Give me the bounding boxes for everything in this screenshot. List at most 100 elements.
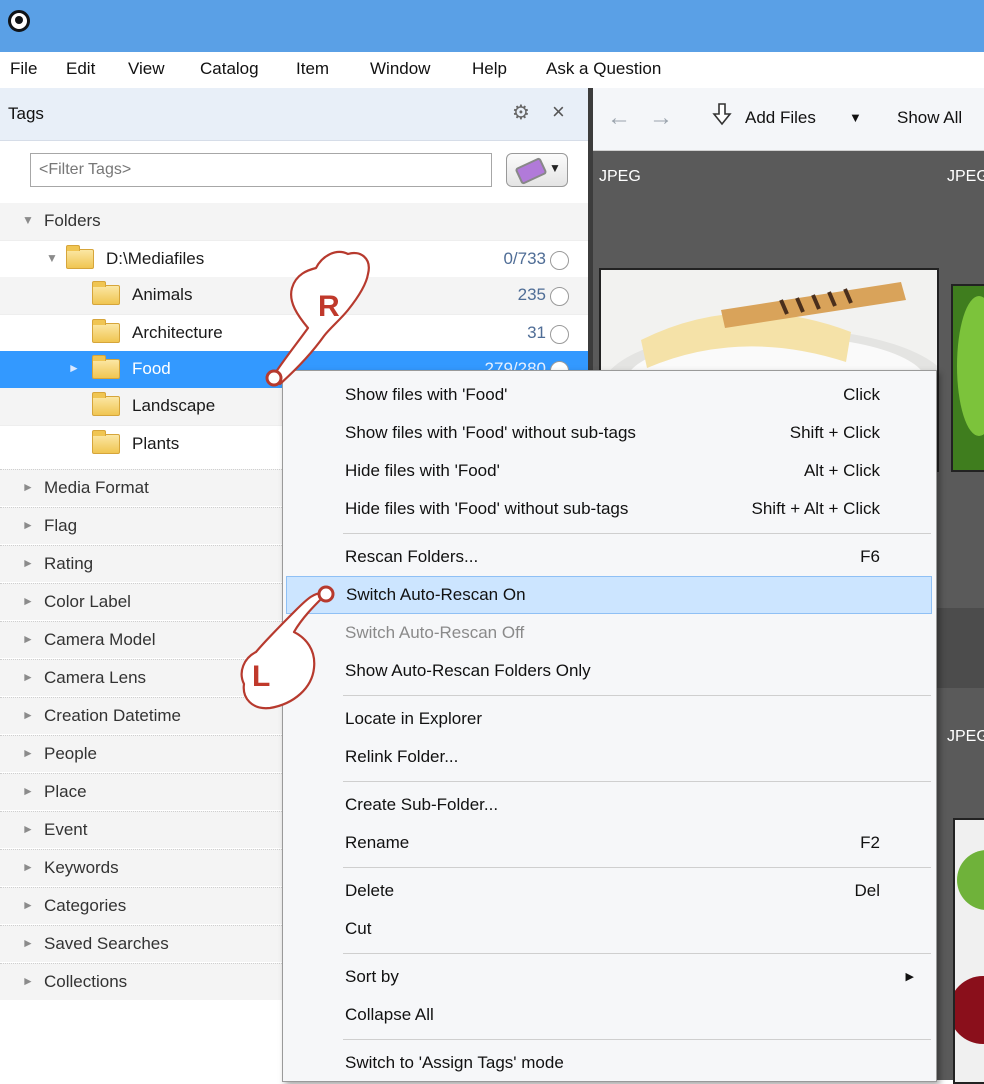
menu-edit[interactable]: Edit [66, 59, 95, 79]
menu-switch-auto-rescan-on[interactable]: Switch Auto-Rescan On [286, 576, 932, 614]
category-label: Camera Model [44, 630, 156, 649]
menu-help[interactable]: Help [472, 59, 507, 79]
menu-create-sub-folder[interactable]: Create Sub-Folder... [283, 786, 936, 824]
category-label: Place [44, 782, 87, 801]
folder-label: D:\Mediafiles [106, 249, 205, 268]
app-logo-icon [8, 10, 30, 32]
menu-separator [343, 781, 931, 782]
folder-label: Architecture [132, 323, 223, 342]
menu-separator [343, 1039, 931, 1040]
category-folders[interactable]: ▼ Folders [0, 203, 588, 240]
collapsed-triangle-icon[interactable]: ► [22, 974, 34, 988]
add-files-icon[interactable] [711, 102, 733, 128]
collapsed-triangle-icon[interactable]: ► [22, 746, 34, 760]
folder-count: 0/733 [503, 249, 546, 268]
menu-separator [343, 953, 931, 954]
folder-label: Animals [132, 285, 193, 304]
submenu-arrow-icon: ▶ [905, 971, 914, 983]
folder-icon [92, 392, 120, 416]
collapsed-triangle-icon[interactable]: ► [22, 784, 34, 798]
thumbnail-format-label: JPEG [599, 168, 641, 185]
auto-rescan-radio[interactable] [550, 325, 569, 344]
menu-delete[interactable]: Delete Del [283, 872, 936, 910]
menu-relink-folder[interactable]: Relink Folder... [283, 738, 936, 776]
close-icon[interactable]: × [552, 99, 565, 125]
menu-rescan-folders[interactable]: Rescan Folders... F6 [283, 538, 936, 576]
menu-view[interactable]: View [128, 59, 165, 79]
menu-file[interactable]: File [10, 59, 37, 79]
forward-arrow-icon[interactable]: → [649, 104, 673, 132]
filter-tags-input[interactable] [30, 153, 492, 187]
menu-bar: File Edit View Catalog Item Window Help … [0, 52, 984, 88]
folder-icon [92, 319, 120, 343]
show-all-button[interactable]: Show All [897, 108, 962, 128]
collapsed-triangle-icon[interactable]: ► [22, 822, 34, 836]
collapsed-triangle-icon[interactable]: ► [22, 632, 34, 646]
category-label: Keywords [44, 858, 119, 877]
category-label: Saved Searches [44, 934, 169, 953]
category-label: Media Format [44, 478, 149, 497]
collapsed-triangle-icon[interactable]: ► [22, 898, 34, 912]
menu-catalog[interactable]: Catalog [200, 59, 259, 79]
collapsed-triangle-icon[interactable]: ► [22, 518, 34, 532]
category-label: People [44, 744, 97, 763]
collapsed-triangle-icon[interactable]: ► [22, 708, 34, 722]
menu-rename[interactable]: Rename F2 [283, 824, 936, 862]
collapsed-triangle-icon[interactable]: ► [22, 860, 34, 874]
category-label: Event [44, 820, 88, 839]
tag-icon [514, 156, 548, 186]
left-click-label: L [252, 660, 270, 693]
menu-ask-a-question[interactable]: Ask a Question [546, 59, 661, 79]
folder-label: Plants [132, 434, 180, 453]
collapsed-triangle-icon[interactable]: ► [22, 556, 34, 570]
menu-show-auto-rescan-folders-only[interactable]: Show Auto-Rescan Folders Only [283, 652, 936, 690]
caret-down-icon[interactable]: ▼ [849, 110, 862, 125]
auto-rescan-radio[interactable] [550, 287, 569, 306]
menu-switch-auto-rescan-off: Switch Auto-Rescan Off [345, 623, 525, 642]
thumbnail-format-label: JPEG [947, 168, 984, 185]
back-arrow-icon[interactable]: ← [607, 104, 631, 132]
tags-panel-title: Tags [8, 104, 44, 123]
menu-separator [343, 867, 931, 868]
menu-sort-by[interactable]: Sort by ▶ [283, 958, 936, 996]
menu-separator [343, 695, 931, 696]
menu-cut[interactable]: Cut [283, 910, 936, 948]
expanded-triangle-icon[interactable]: ▼ [46, 251, 58, 265]
category-label: Flag [44, 516, 78, 535]
folder-icon [92, 355, 120, 379]
expanded-triangle-icon[interactable]: ▼ [22, 213, 34, 227]
folder-label: Food [132, 359, 171, 378]
menu-separator [343, 533, 931, 534]
tag-filter-dropdown-button[interactable]: ▼ [506, 153, 568, 187]
folder-icon [92, 430, 120, 454]
menu-hide-files-without-subtags[interactable]: Hide files with 'Food' without sub-tags … [283, 490, 936, 528]
caret-down-icon: ▼ [549, 161, 561, 175]
collapsed-triangle-icon[interactable]: ► [68, 361, 80, 375]
menu-locate-in-explorer[interactable]: Locate in Explorer [283, 700, 936, 738]
auto-rescan-radio[interactable] [550, 251, 569, 270]
collapsed-triangle-icon[interactable]: ► [22, 480, 34, 494]
collapsed-triangle-icon[interactable]: ► [22, 670, 34, 684]
menu-show-files-without-subtags[interactable]: Show files with 'Food' without sub-tags … [283, 414, 936, 452]
folder-count: 235 [517, 285, 546, 304]
collapsed-triangle-icon[interactable]: ► [22, 936, 34, 950]
right-click-label: R [318, 290, 340, 323]
menu-item[interactable]: Item [296, 59, 329, 79]
thumbnail-green-image[interactable] [951, 284, 984, 472]
category-label: Categories [44, 896, 127, 915]
category-label: Camera Lens [44, 668, 147, 687]
category-label: Color Label [44, 592, 131, 611]
right-click-hand-icon: R [265, 250, 370, 387]
collapsed-triangle-icon[interactable]: ► [22, 594, 34, 608]
tags-panel-header: Tags ⚙ × [0, 88, 588, 141]
add-files-button[interactable]: Add Files [745, 108, 816, 128]
thumbnail-apple-image[interactable] [953, 818, 984, 1084]
menu-switch-to-assign-tags-mode[interactable]: Switch to 'Assign Tags' mode [283, 1044, 936, 1082]
category-label: Folders [44, 211, 101, 230]
menu-window[interactable]: Window [370, 59, 430, 79]
menu-collapse-all[interactable]: Collapse All [283, 996, 936, 1034]
folder-icon [66, 245, 94, 269]
menu-hide-files[interactable]: Hide files with 'Food' Alt + Click [283, 452, 936, 490]
left-click-hand-icon: L [240, 585, 335, 710]
gear-icon[interactable]: ⚙ [512, 100, 530, 125]
